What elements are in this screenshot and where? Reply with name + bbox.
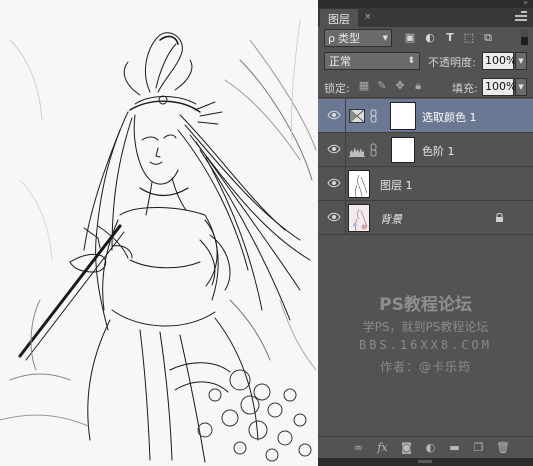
close-tab-icon[interactable]: × [364, 12, 372, 22]
image-filter-icon[interactable]: ▣ [404, 32, 416, 44]
eye-icon[interactable] [327, 178, 341, 188]
new-layer-icon[interactable]: ❐ [472, 442, 485, 454]
resize-grip[interactable] [418, 460, 432, 463]
add-mask-icon[interactable]: ◙ [400, 442, 413, 454]
fill-dropdown-icon[interactable]: ▼ [515, 78, 527, 96]
panel-footer [318, 458, 533, 466]
adjustment-filter-icon[interactable]: ◐ [424, 32, 436, 44]
watermark-url: BBS.16XX8.COM [359, 338, 492, 352]
layer-selective-color[interactable]: 选取颜色 1 [318, 99, 533, 133]
new-adjustment-icon[interactable]: ◐ [424, 442, 437, 454]
lock-label: 锁定: [324, 82, 350, 95]
fill-label: 填充: [452, 82, 478, 95]
watermark-title: PS教程论坛 [379, 295, 472, 315]
document-canvas[interactable] [0, 0, 318, 466]
mask-link-icon[interactable] [370, 109, 377, 123]
blend-opacity-row: 正常 ⬍ 不透明度: 100% ▼ [318, 50, 533, 72]
selective-color-icon [349, 109, 365, 123]
watermark-author: 作者：@卡乐筠 [379, 360, 471, 374]
lock-all-icon[interactable]: 🔒︎ [412, 80, 424, 92]
layer-mask-thumbnail[interactable] [390, 102, 416, 130]
type-filter-icon[interactable]: T [444, 32, 456, 44]
tab-layers-label: 图层 [328, 13, 350, 26]
shape-filter-icon[interactable]: ⬚ [463, 32, 475, 44]
opacity-input[interactable]: 100% [482, 52, 516, 70]
blend-mode-select[interactable]: 正常 ⬍ [324, 52, 420, 70]
filter-toggle-switch[interactable] [521, 29, 528, 45]
search-icon: ρ [328, 31, 335, 45]
filter-kind-label: 类型 [337, 32, 360, 45]
layers-bottom-toolbar: ∞ fx ◙ ◐ ▬ ❐ 🗑︎ [318, 436, 533, 458]
layer-pixel-1[interactable]: 图层 1 [318, 167, 533, 201]
chevron-down-icon: ▼ [382, 34, 388, 42]
layers-panel: » 图层 × ρ 类型 ▼ ▣ ◐ T ⬚ ⧉ 正常 ⬍ 不透明度: 100% … [318, 0, 533, 466]
fx-icon[interactable]: fx [376, 442, 389, 454]
layer-name: 图层 1 [380, 179, 413, 192]
layer-thumbnail[interactable] [348, 170, 370, 198]
new-group-icon[interactable]: ▬ [448, 442, 461, 454]
lock-icon [496, 213, 503, 222]
opacity-dropdown-icon[interactable]: ▼ [515, 52, 527, 70]
panel-tab-bar: 图层 × [318, 8, 533, 27]
updown-arrows-icon: ⬍ [407, 56, 415, 66]
layer-name: 背景 [380, 213, 402, 226]
lock-transparent-icon[interactable]: ▦ [358, 80, 370, 92]
lock-pixels-icon[interactable]: ✎ [376, 80, 388, 92]
watermark-slogan: 学PS，就到PS教程论坛 [362, 320, 489, 334]
mask-link-icon[interactable] [370, 143, 377, 157]
collapse-panel-icon[interactable]: » [523, 0, 528, 7]
layer-thumbnail[interactable] [348, 204, 370, 232]
eye-icon[interactable] [327, 110, 341, 120]
layer-levels[interactable]: 色阶 1 [318, 133, 533, 167]
link-layers-icon[interactable]: ∞ [352, 442, 365, 454]
layer-mask-thumbnail[interactable] [391, 137, 415, 163]
levels-icon [349, 147, 365, 157]
lock-position-icon[interactable]: ✥ [394, 80, 406, 92]
line-art-illustration [0, 19, 317, 463]
lock-fill-row: 锁定: ▦ ✎ ✥ 🔒︎ 填充: 100% ▼ [318, 74, 533, 98]
blend-mode-value: 正常 [329, 55, 351, 68]
opacity-label: 不透明度: [428, 56, 476, 69]
layer-name: 色阶 1 [422, 145, 455, 158]
fill-input[interactable]: 100% [482, 78, 516, 96]
filter-kind-select[interactable]: ρ 类型 ▼ [324, 29, 392, 47]
delete-layer-icon[interactable]: 🗑︎ [496, 442, 510, 454]
panel-title-strip: » [318, 0, 533, 8]
eye-icon[interactable] [327, 144, 341, 154]
panel-menu-icon[interactable] [515, 11, 527, 22]
layer-background[interactable]: 背景 [318, 201, 533, 235]
eye-icon[interactable] [327, 212, 341, 222]
layer-filter-row: ρ 类型 ▼ ▣ ◐ T ⬚ ⧉ [318, 27, 533, 49]
smart-object-filter-icon[interactable]: ⧉ [482, 32, 494, 44]
tab-layers[interactable]: 图层 [320, 9, 358, 27]
layer-name: 选取颜色 1 [422, 111, 477, 124]
